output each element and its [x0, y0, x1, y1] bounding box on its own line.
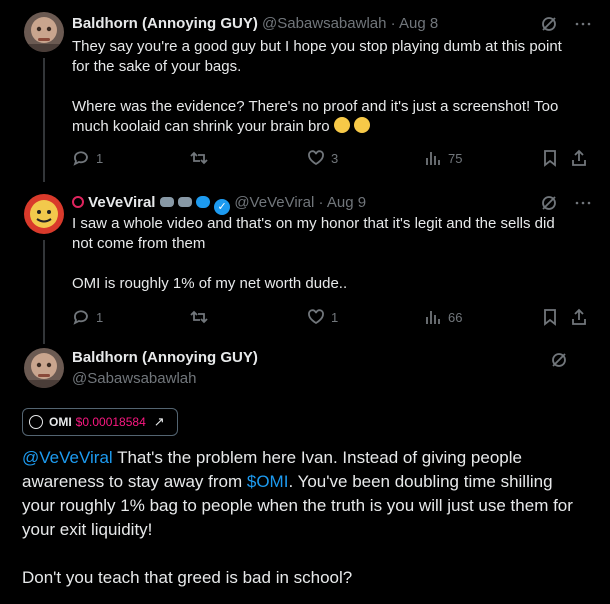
- thread-line: [43, 240, 45, 344]
- tweet-top-icons: [550, 351, 568, 374]
- bat-emoji-icon: [159, 197, 174, 207]
- text-line: not come from them: [72, 235, 206, 252]
- token-chip[interactable]: OMI $0.00018584 ↗: [22, 408, 178, 436]
- views-icon: [426, 152, 440, 165]
- tweet-2[interactable]: VeVeViral ✓ @VeVeViral · Aug 9 I saw a w…: [0, 182, 610, 344]
- share-icon: [572, 149, 586, 166]
- like-button[interactable]: 3: [307, 149, 338, 167]
- reply-button[interactable]: 1: [72, 149, 103, 167]
- main-tweet-text: @VeVeViral That's the problem here Ivan.…: [22, 446, 592, 590]
- sweat-smile-emoji-icon: [333, 117, 350, 133]
- tweet-header: Baldhorn (Annoying GUY) @Sabawsabawlah ·…: [72, 15, 438, 32]
- views-button[interactable]: 75: [424, 149, 462, 167]
- view-count: 75: [448, 150, 463, 166]
- tweet-text: They say you're a good guy but I hope yo…: [72, 37, 592, 137]
- reply-button[interactable]: 1: [72, 308, 103, 326]
- separator-dot: ·: [318, 194, 324, 211]
- red-circle-icon: [72, 196, 84, 208]
- bookmark-button[interactable]: [541, 308, 559, 326]
- tweet-date[interactable]: Aug 8: [399, 15, 438, 32]
- view-count: 66: [448, 309, 463, 325]
- separator-dot: ·: [390, 15, 396, 32]
- token-logo-icon: [29, 415, 43, 429]
- tweet-header: VeVeViral ✓ @VeVeViral · Aug 9: [72, 194, 366, 215]
- avatar[interactable]: [24, 194, 64, 234]
- views-button[interactable]: 66: [424, 308, 462, 326]
- text-line: your exit liquidity!: [22, 520, 153, 539]
- reply-icon: [73, 310, 88, 325]
- tweet-1[interactable]: Baldhorn (Annoying GUY) @Sabawsabawlah ·…: [0, 0, 610, 182]
- text-line: your roughly 1% bag to people when the t…: [22, 496, 573, 515]
- token-symbol: OMI: [49, 415, 72, 429]
- heart-icon: [308, 309, 324, 325]
- reply-icon: [73, 151, 88, 166]
- text-segment: That's the problem here Ivan. Instead of…: [112, 448, 522, 467]
- retweet-icon: [190, 151, 208, 165]
- arrow-up-right-icon: ↗: [153, 414, 165, 429]
- joy-emoji-icon: [353, 117, 370, 133]
- bookmark-icon: [544, 309, 556, 326]
- like-count: 1: [331, 309, 339, 325]
- views-icon: [426, 311, 440, 324]
- author-name[interactable]: Baldhorn (Annoying GUY): [72, 15, 258, 32]
- grok-icon[interactable]: [540, 15, 558, 38]
- tweet-date[interactable]: Aug 9: [327, 194, 366, 211]
- token-price: $0.00018584: [75, 415, 146, 429]
- like-button[interactable]: 1: [307, 308, 338, 326]
- tweet-top-icons: [540, 15, 592, 38]
- text-line: Where was the evidence? There's no proof…: [72, 98, 559, 115]
- grok-icon[interactable]: [550, 351, 568, 374]
- text-line: Don't you teach that greed is bad in sch…: [22, 568, 353, 587]
- reply-count: 1: [96, 309, 104, 325]
- avatar[interactable]: [24, 12, 64, 52]
- author-handle[interactable]: @Sabawsabawlah: [72, 370, 196, 387]
- text-line: OMI is roughly 1% of my net worth dude..: [72, 275, 348, 292]
- author-name[interactable]: Baldhorn (Annoying GUY): [72, 349, 258, 366]
- more-icon[interactable]: [574, 15, 592, 38]
- bookmark-button[interactable]: [541, 149, 559, 167]
- share-button[interactable]: [570, 308, 588, 326]
- tweet-text: I saw a whole video and that's on my hon…: [72, 214, 592, 294]
- reply-count: 1: [96, 150, 104, 166]
- heart-icon: [308, 150, 324, 166]
- bookmark-icon: [544, 150, 556, 167]
- text-line: I saw a whole video and that's on my hon…: [72, 215, 555, 232]
- text-line: They say you're a good guy but I hope yo…: [72, 38, 562, 55]
- text-segment: awareness to stay away from: [22, 472, 247, 491]
- author-handle[interactable]: @Sabawsabawlah: [262, 15, 386, 32]
- dolphin-emoji-icon: [195, 196, 210, 208]
- share-button[interactable]: [570, 149, 588, 167]
- author-name[interactable]: VeVeViral: [88, 194, 155, 211]
- retweet-button[interactable]: [190, 149, 208, 167]
- avatar[interactable]: [24, 348, 64, 388]
- verified-badge-icon: ✓: [214, 199, 231, 215]
- tweet-actions: 1 3 75: [72, 149, 592, 169]
- like-count: 3: [331, 150, 339, 166]
- text-line: much koolaid can shrink your brain bro: [72, 117, 592, 137]
- thread-line: [43, 58, 45, 182]
- share-icon: [572, 308, 586, 325]
- author-handle[interactable]: @VeVeViral: [234, 194, 314, 211]
- retweet-icon: [190, 310, 208, 324]
- mention-link[interactable]: @VeVeViral: [22, 448, 113, 467]
- tweet-actions: 1 1 66: [72, 308, 592, 328]
- text-line: for the sake of your bags.: [72, 58, 242, 75]
- text-segment: . You've been doubling time shilling: [288, 472, 553, 491]
- bat-emoji-icon: [177, 197, 192, 207]
- cashtag-link[interactable]: $OMI: [247, 472, 289, 491]
- retweet-button[interactable]: [190, 308, 208, 326]
